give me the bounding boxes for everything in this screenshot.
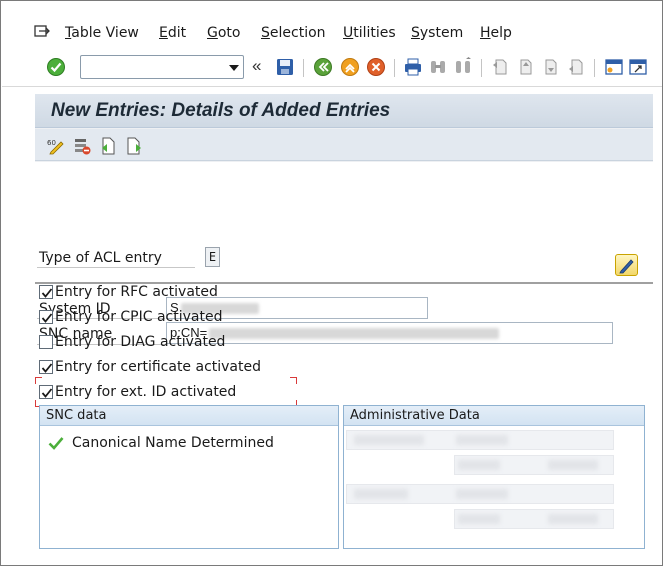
snc-data-group: SNC data Canonical Name Determined [39,405,339,549]
last-page-icon[interactable] [566,57,586,77]
menu-utilities[interactable]: Utilities [343,25,396,41]
sap-window: Table View Edit Goto Selection Utilities… [0,0,663,566]
menu-table-view[interactable]: Table View [65,25,139,41]
title-bar: New Entries: Details of Added Entries [35,94,653,128]
edit-snc-name-button[interactable] [615,254,638,276]
checkbox-rfc[interactable] [39,285,53,299]
previous-page-icon[interactable] [515,57,535,77]
delete-entry-icon[interactable] [73,137,91,155]
svg-text:60: 60 [47,139,56,147]
display-change-icon[interactable]: 60 [47,137,65,155]
new-session-icon[interactable] [604,57,624,77]
checkbox-cpic-label: Entry for CPIC activated [55,309,223,325]
checkbox-certificate-label: Entry for certificate activated [55,359,262,375]
first-page-icon[interactable] [490,57,510,77]
admin-data-title: Administrative Data [344,406,644,426]
acl-type-field[interactable]: E [205,247,220,267]
canonical-name-status: Canonical Name Determined [72,435,274,451]
pencil-icon [619,259,634,274]
find-next-icon[interactable] [453,57,473,77]
cancel-icon[interactable] [366,57,386,77]
collapse-toolbar-icon[interactable]: « [252,56,261,76]
shortcut-icon[interactable] [629,57,647,77]
snc-name-field[interactable]: p:CN= [166,322,613,344]
menu-selection[interactable]: Selection [261,25,326,41]
next-entry-icon[interactable] [125,137,143,155]
menu-edit[interactable]: Edit [159,25,186,41]
chevron-down-icon[interactable] [229,65,239,71]
enter-check-icon[interactable] [46,57,66,77]
command-input[interactable] [84,58,214,76]
admin-data-group: Administrative Data [343,405,645,549]
next-page-icon[interactable] [540,57,560,77]
checkbox-certificate[interactable] [39,360,53,374]
page-title: New Entries: Details of Added Entries [51,100,391,121]
application-toolbar: 60 [35,129,653,161]
success-check-icon [48,437,64,450]
checkbox-cpic[interactable] [39,310,53,324]
menu-exit-icon[interactable] [34,24,50,38]
previous-entry-icon[interactable] [99,137,117,155]
find-icon[interactable] [428,57,448,77]
acl-type-label: Type of ACL entry [39,250,162,266]
menu-system[interactable]: System [411,25,463,41]
print-icon[interactable] [403,57,423,77]
command-field[interactable] [80,55,244,79]
menu-goto[interactable]: Goto [207,25,240,41]
save-icon[interactable] [275,57,295,77]
standard-toolbar: « [2,49,662,87]
checkbox-diag-label: Entry for DIAG activated [55,334,226,350]
checkbox-rfc-label: Entry for RFC activated [55,284,218,300]
exit-icon[interactable] [340,57,360,77]
checkbox-diag[interactable] [39,335,53,349]
menu-bar: Table View Edit Goto Selection Utilities… [2,2,662,46]
back-icon[interactable] [313,57,333,77]
focus-indicator [35,377,297,407]
snc-data-title: SNC data [40,406,338,426]
menu-help[interactable]: Help [480,25,512,41]
